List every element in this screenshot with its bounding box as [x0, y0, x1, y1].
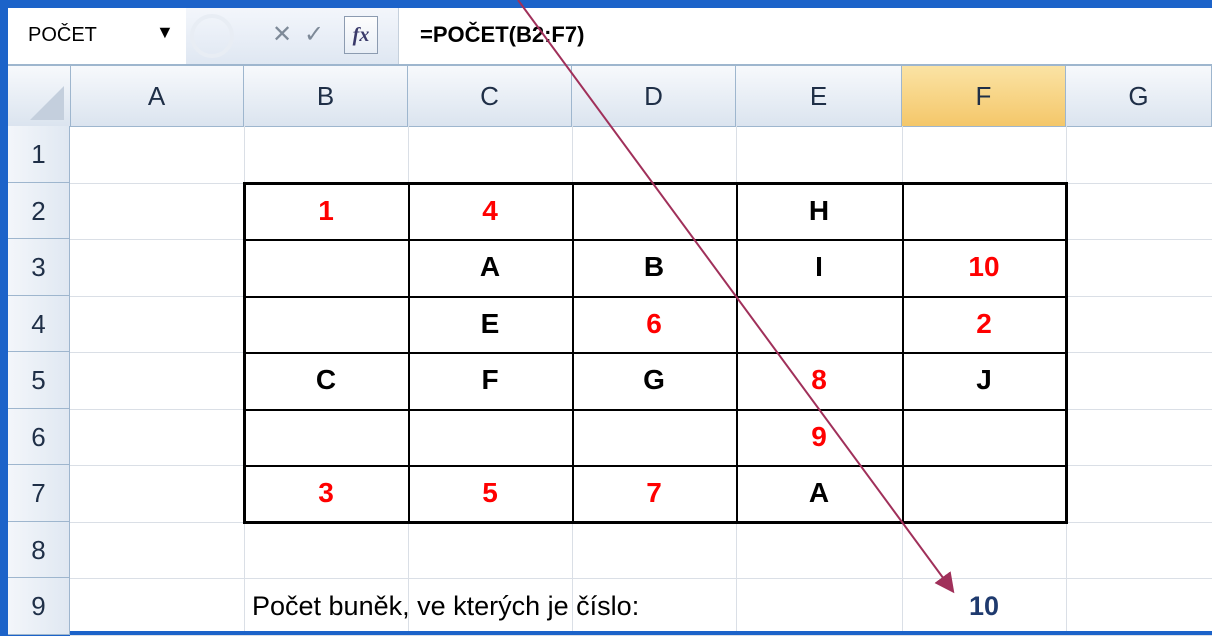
- gridline: [70, 634, 1212, 636]
- arrow-overlay: [517, 0, 955, 594]
- annotation-arrow: [517, 0, 955, 594]
